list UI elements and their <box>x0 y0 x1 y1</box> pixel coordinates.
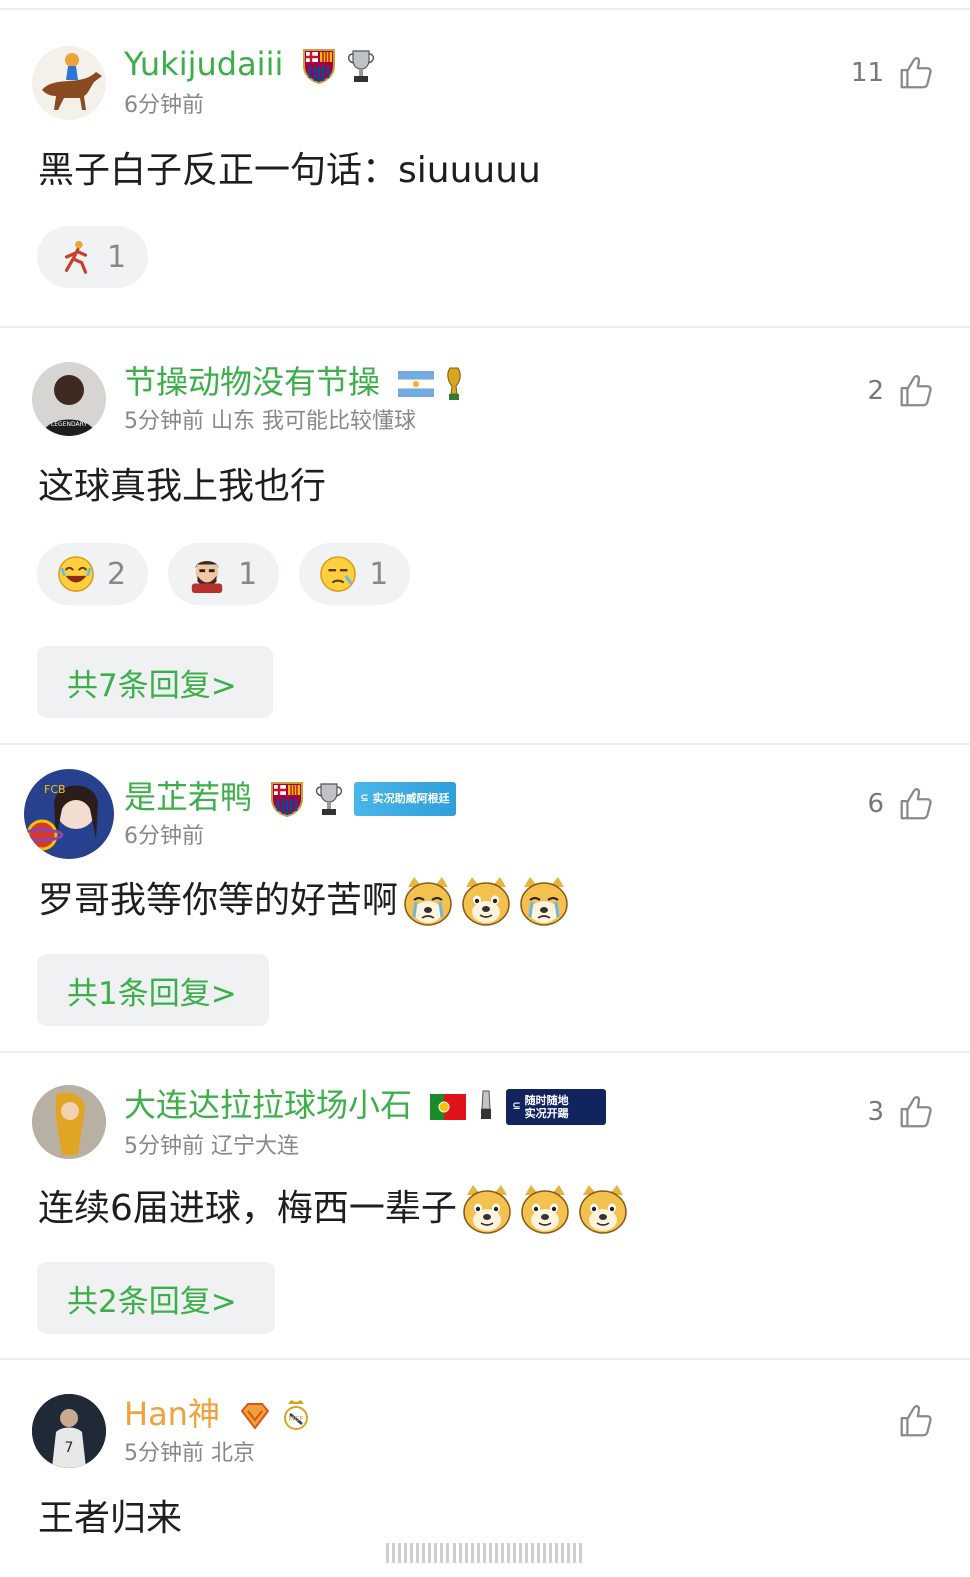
comment-text: 罗哥我等你等的好苦啊 <box>38 873 572 929</box>
efootball-play-badge: ⊆ 随时随地 实况开踢 <box>506 1089 607 1125</box>
argentina-flag-icon <box>398 371 435 397</box>
username[interactable]: 是芷若鸭 ⊆ 实况助威阿根廷 <box>124 777 457 817</box>
reaction-count: 1 <box>238 556 258 592</box>
portugal-flag-icon <box>430 1094 467 1120</box>
reaction-chip[interactable]: 2 <box>37 543 149 605</box>
person-avatar-icon: LEGENDARY <box>42 375 96 436</box>
view-replies-button[interactable]: 共1条回复> <box>37 954 269 1026</box>
girl-avatar-icon: FCB <box>24 770 113 858</box>
efootball-logo-icon: ⊆ <box>512 1101 521 1112</box>
like-button[interactable]: 6 <box>864 785 934 823</box>
comment-meta: 5分钟前 北京 <box>124 1441 255 1466</box>
comment-item: 大连达拉拉球场小石 ⊆ 随时随地 实况开踢 5分钟前 辽宁大连 3 连续6届进球… <box>0 1051 970 1358</box>
horse-rider-avatar-icon <box>42 53 102 110</box>
svg-text:LEGENDARY: LEGENDARY <box>51 421 87 428</box>
reaction-list: 2 1 1 <box>37 543 411 605</box>
world-cup-icon <box>447 367 461 400</box>
reaction-chip[interactable]: 1 <box>37 226 149 288</box>
comment-text: 王者归来 <box>38 1498 183 1539</box>
laughing-emoji-icon <box>57 555 95 593</box>
svg-text:FCB: FCB <box>44 783 66 796</box>
like-count: 11 <box>850 58 884 88</box>
comment-text-content: 连续6届进球，梅西一辈子 <box>38 1188 457 1229</box>
badge-text: 随时随地 <box>524 1094 569 1107</box>
like-button[interactable] <box>864 1402 934 1440</box>
username-text: 是芷若鸭 <box>124 778 253 816</box>
doge-emoji-icon <box>458 873 514 929</box>
avatar[interactable]: FCB <box>24 769 114 859</box>
comment-meta: 6分钟前 <box>124 824 204 849</box>
svg-text:MCF: MCF <box>289 1415 304 1423</box>
username-text: Han神 <box>124 1395 220 1433</box>
comment-item: Yukijudaiii 6分钟前 11 黑子白子反正一句话：siuuuuu 1 <box>0 8 970 326</box>
diamond-vip-icon <box>240 1403 270 1430</box>
trophy-icon <box>314 781 344 817</box>
like-count: 6 <box>867 789 884 819</box>
comment-meta: 5分钟前 山东 我可能比较懂球 <box>124 409 416 434</box>
comment-item: LEGENDARY 节操动物没有节操 5分钟前 山东 我可能比较懂球 2 这球真… <box>0 326 970 743</box>
efootball-logo-icon: ⊆ <box>360 793 369 804</box>
reaction-count: 1 <box>369 556 389 592</box>
username[interactable]: Yukijudaiii <box>124 44 376 84</box>
username-text: Yukijudaiii <box>124 45 284 83</box>
doge-crying-emoji-icon <box>516 873 572 929</box>
reaction-count: 1 <box>107 239 127 275</box>
thumbs-up-icon <box>896 1093 934 1131</box>
doge-emoji-icon <box>575 1181 631 1237</box>
username[interactable]: 大连达拉拉球场小石 ⊆ 随时随地 实况开踢 <box>124 1085 607 1125</box>
comment-text-content: 罗哥我等你等的好苦啊 <box>38 880 399 921</box>
runner-emoji-icon <box>57 238 95 276</box>
trophy-icon <box>346 48 376 84</box>
doge-crying-emoji-icon <box>400 873 456 929</box>
badge-text: 实况开踢 <box>524 1107 569 1120</box>
player-avatar-icon: 7 <box>32 1394 106 1468</box>
avatar[interactable]: 7 <box>32 1394 106 1468</box>
doge-emoji-icon <box>459 1181 515 1237</box>
reaction-chip[interactable]: 1 <box>299 543 411 605</box>
comment-text: 这球真我上我也行 <box>38 466 327 507</box>
avatar[interactable] <box>32 46 106 120</box>
username[interactable]: 节操动物没有节操 <box>124 362 464 402</box>
like-button[interactable]: 3 <box>864 1093 934 1131</box>
badge-text: 实况助威阿根廷 <box>372 792 450 805</box>
username[interactable]: Han神 MCF <box>124 1394 310 1434</box>
speechless-emoji-icon <box>319 555 357 593</box>
thumbs-up-icon <box>896 54 934 92</box>
svg-text:7: 7 <box>65 1440 74 1456</box>
username-text: 大连达拉拉球场小石 <box>124 1086 413 1124</box>
thumbs-up-icon <box>896 372 934 410</box>
thumbs-up-icon <box>896 1402 934 1440</box>
reaction-chip[interactable]: 1 <box>168 543 280 605</box>
barcelona-crest-icon <box>302 48 336 84</box>
avatar[interactable]: LEGENDARY <box>32 362 106 436</box>
barcelona-crest-icon <box>270 781 304 817</box>
like-button[interactable]: 2 <box>864 372 934 410</box>
person-avatar-icon <box>32 1085 106 1159</box>
comment-text: 连续6届进球，梅西一辈子 <box>38 1181 631 1237</box>
username-text: 节操动物没有节操 <box>124 363 381 401</box>
reaction-count: 2 <box>107 556 127 592</box>
reaction-list: 1 <box>37 226 149 288</box>
comment-meta: 5分钟前 辽宁大连 <box>124 1134 299 1159</box>
comment-meta: 6分钟前 <box>124 93 204 118</box>
like-count: 2 <box>867 376 884 406</box>
view-replies-button[interactable]: 共2条回复> <box>37 1262 275 1334</box>
real-madrid-crest-icon: MCF <box>284 1400 309 1430</box>
home-indicator <box>386 1543 585 1563</box>
like-count: 3 <box>867 1097 884 1127</box>
ballon-dor-icon <box>481 1090 492 1119</box>
bearded-man-emoji-icon <box>188 555 226 593</box>
efootball-support-badge: ⊆ 实况助威阿根廷 <box>354 782 457 816</box>
like-button[interactable]: 11 <box>851 54 934 92</box>
comment-item: FCB 是芷若鸭 ⊆ 实况助威阿根廷 6分钟前 6 罗哥我等你等的好苦啊 共1条… <box>0 743 970 1051</box>
thumbs-up-icon <box>896 785 934 823</box>
doge-emoji-icon <box>517 1181 573 1237</box>
view-replies-button[interactable]: 共7条回复> <box>37 646 273 718</box>
comment-text: 黑子白子反正一句话：siuuuuu <box>38 150 541 191</box>
avatar[interactable] <box>32 1085 106 1159</box>
